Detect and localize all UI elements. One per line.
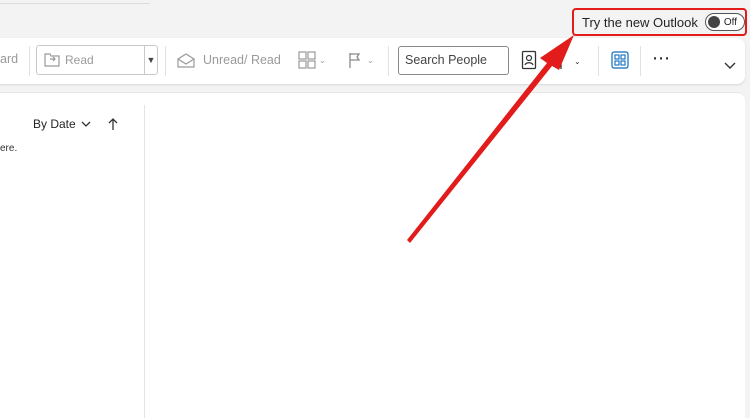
address-book-button[interactable] [521,50,537,70]
address-book-icon [521,50,537,70]
filter-icon [560,56,562,69]
apps-grid-icon [611,51,629,69]
unread-read-button[interactable]: Unread/ Read [176,52,281,68]
empty-folder-message: ere. [0,143,18,154]
flag-icon [349,53,361,68]
try-new-outlook-label: Try the new Outlook [582,14,698,30]
forward-button[interactable]: ard [0,52,18,66]
move-to-dropdown[interactable]: Read ▼ [36,45,158,75]
sort-label: By Date [33,117,76,131]
categorize-grid-icon [298,51,316,69]
ribbon-divider [388,46,389,76]
sort-direction-arrow-icon[interactable] [108,117,118,131]
unread-read-label: Unread/ Read [203,53,281,67]
reading-pane-divider[interactable] [144,105,145,418]
ribbon-divider [165,46,166,76]
search-people-input[interactable]: Search People [398,46,509,75]
envelope-open-icon [177,53,195,68]
try-new-outlook-highlight: Try the new Outlook Off [572,8,747,36]
chevron-down-icon [81,121,91,127]
chevron-down-icon: ⌄ [319,55,326,65]
collapse-ribbon-icon[interactable] [724,62,736,70]
sort-by-date-button[interactable]: By Date [33,117,118,131]
chevron-down-icon: ⌄ [367,55,374,65]
try-new-outlook-toggle[interactable]: Off [704,13,745,31]
ribbon-divider [640,46,641,76]
move-folder-icon [44,53,60,67]
filter-email-button[interactable]: ⌄ [556,52,581,70]
chevron-down-icon[interactable]: ▼ [144,46,157,74]
follow-up-button[interactable]: ⌄ [347,51,374,69]
toggle-state-label: Off [723,16,738,28]
more-options-icon[interactable]: ⋯ [652,48,671,69]
ribbon-divider [29,46,30,76]
tab-strip [0,0,150,4]
chevron-down-icon: ⌄ [574,56,581,66]
title-bar: Try the new Outlook Off [0,0,750,36]
move-to-label: Read [65,53,94,67]
mail-content-area: By Date ere. [0,92,745,418]
apps-button[interactable] [611,51,629,69]
categorize-button[interactable]: ⌄ [298,51,326,69]
ribbon-toolbar: ard Read ▼ Unread/ Read ⌄ ⌄ Search Peopl… [0,38,745,84]
ribbon-divider [598,46,599,76]
chevron-down-icon [724,62,736,69]
toggle-knob [707,16,720,28]
